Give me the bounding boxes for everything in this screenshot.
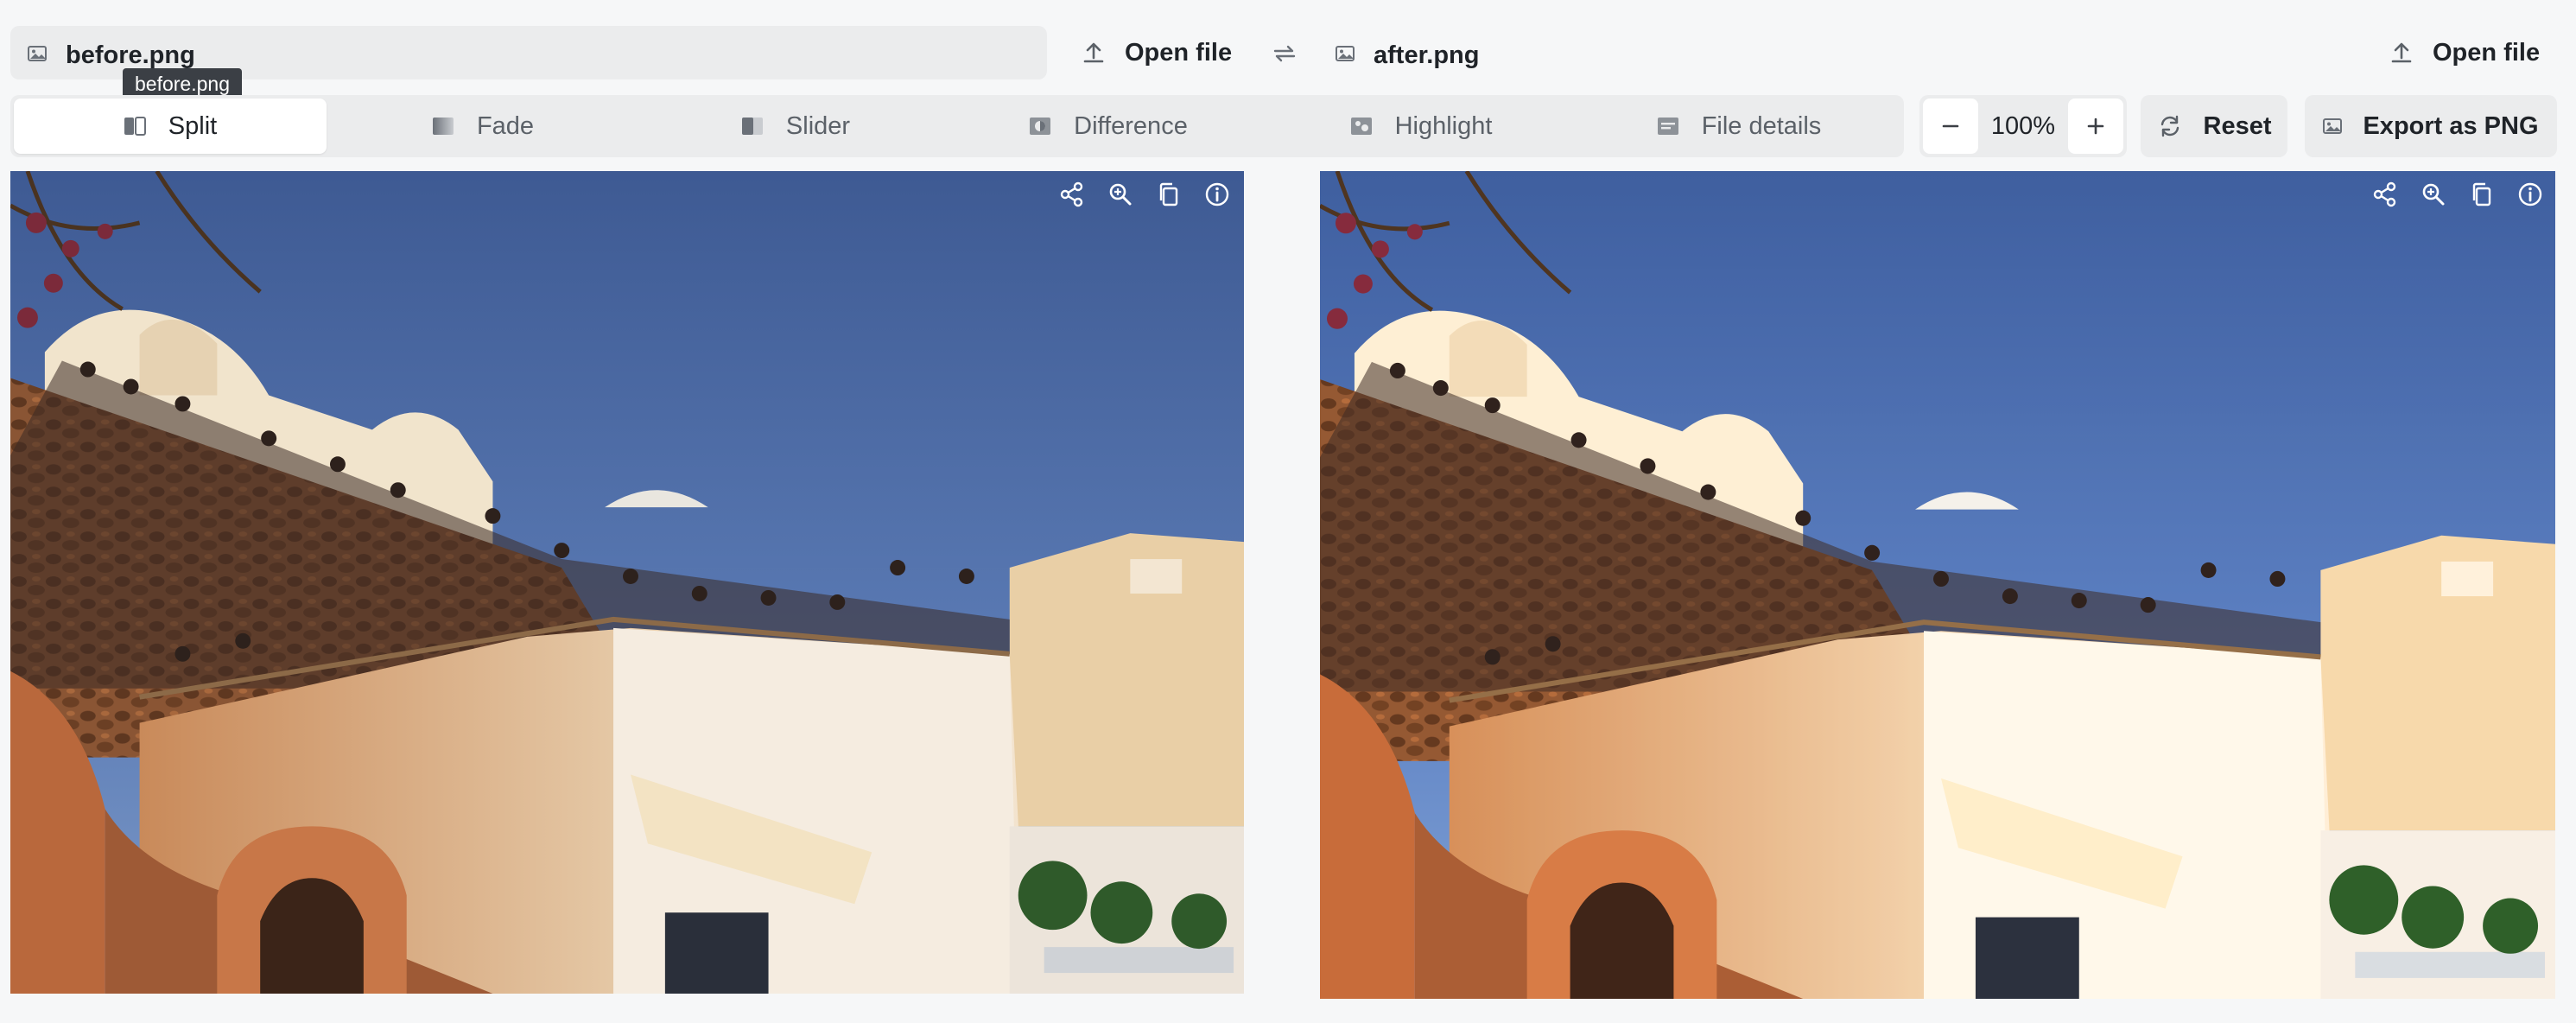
file-details-icon [1657, 117, 1679, 136]
after-image-icon [1336, 46, 1355, 61]
tab-split[interactable]: Split [14, 98, 327, 154]
export-label: Export as PNG [2363, 111, 2539, 140]
after-image-toolbar [2370, 180, 2545, 209]
before-photo [10, 171, 1244, 994]
copy-icon[interactable] [1154, 180, 1183, 209]
tab-highlight-label: Highlight [1394, 111, 1493, 140]
after-photo [1320, 171, 2555, 999]
reset-label: Reset [2203, 111, 2272, 140]
upload-icon [2389, 41, 2414, 65]
image-icon [2323, 118, 2342, 134]
fade-icon [432, 117, 454, 136]
before-open-file-button[interactable]: Open file [1082, 26, 1232, 79]
upload-icon [1082, 41, 1106, 65]
minus-icon [1938, 114, 1963, 138]
before-image-pane[interactable] [10, 171, 1244, 994]
tab-fade-label: Fade [476, 111, 535, 140]
zoom-in-button[interactable] [2068, 98, 2123, 154]
tab-file-details-label: File details [1701, 111, 1822, 140]
zoom-out-button[interactable] [1923, 98, 1978, 154]
zoom-icon[interactable] [1106, 180, 1135, 209]
plus-icon [2084, 114, 2108, 138]
info-icon[interactable] [2516, 180, 2545, 209]
after-image-pane[interactable] [1320, 171, 2555, 999]
tab-slider[interactable]: Slider [639, 98, 952, 154]
zoom-level: 100% [1990, 112, 2056, 140]
tab-difference[interactable]: Difference [952, 98, 1265, 154]
tab-split-label: Split [168, 111, 218, 140]
reset-button[interactable]: Reset [2141, 95, 2287, 157]
slider-icon [741, 117, 764, 136]
export-png-button[interactable]: Export as PNG [2305, 95, 2557, 157]
difference-icon [1029, 117, 1051, 136]
after-file-name[interactable]: after.png [1374, 43, 1479, 68]
share-icon[interactable] [1057, 180, 1087, 209]
after-open-file-button[interactable]: Open file [2389, 26, 2540, 79]
before-file-name: before.png [66, 41, 195, 69]
zoom-control: 100% [1919, 95, 2127, 157]
tab-slider-label: Slider [785, 111, 851, 140]
split-icon [124, 117, 146, 136]
tab-difference-label: Difference [1074, 111, 1188, 140]
before-image-toolbar [1057, 180, 1232, 209]
swap-arrows-icon[interactable] [1272, 43, 1298, 64]
tab-file-details[interactable]: File details [1577, 98, 1900, 154]
view-mode-tabs: Split Fade Slider Difference Highlight F… [10, 95, 1904, 157]
share-icon[interactable] [2370, 180, 2400, 209]
info-icon[interactable] [1202, 180, 1232, 209]
before-open-file-label: Open file [1125, 38, 1233, 67]
tab-fade[interactable]: Fade [327, 98, 639, 154]
copy-icon[interactable] [2467, 180, 2497, 209]
before-image-icon [28, 46, 47, 61]
after-open-file-label: Open file [2433, 38, 2541, 67]
tab-highlight[interactable]: Highlight [1265, 98, 1577, 154]
zoom-icon[interactable] [2419, 180, 2448, 209]
highlight-icon [1350, 117, 1373, 136]
reset-icon [2157, 114, 2183, 138]
